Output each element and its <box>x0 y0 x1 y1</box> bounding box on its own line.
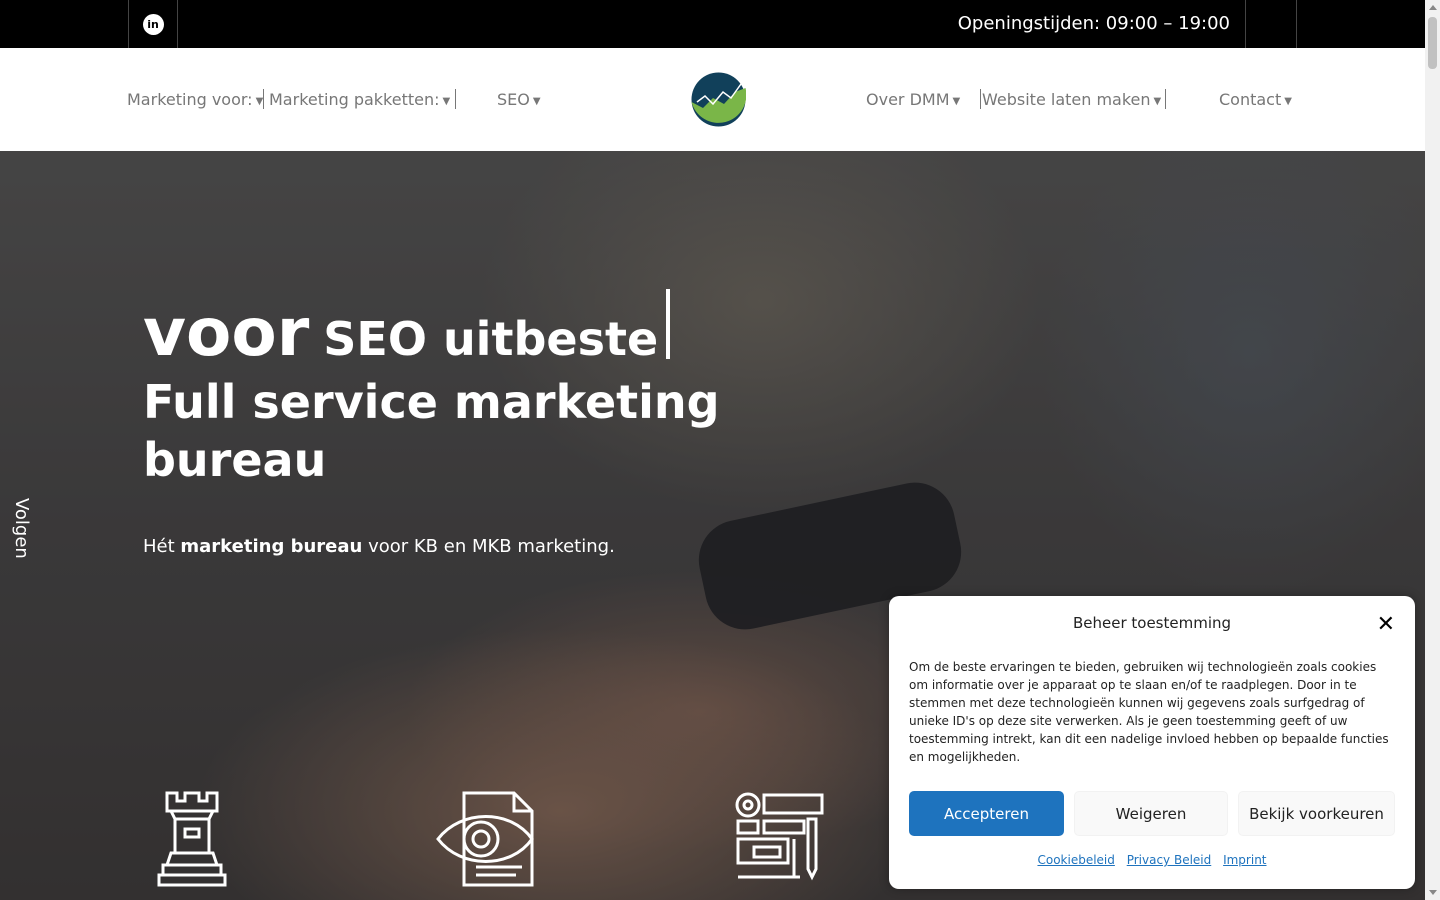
divider <box>1296 0 1297 48</box>
follow-label: Volgen <box>11 498 32 559</box>
scroll-up-icon[interactable] <box>1429 5 1437 10</box>
web-layout-icon <box>735 792 824 881</box>
view-preferences-button[interactable]: Bekijk voorkeuren <box>1238 791 1395 836</box>
nav-item-contact[interactable]: Contact ▼ <box>1219 48 1292 151</box>
page-scrollbar[interactable] <box>1425 0 1440 900</box>
nav-item-label: Contact <box>1219 90 1282 109</box>
accept-button[interactable]: Accepteren <box>909 791 1064 836</box>
main-nav: Marketing voor: ▼ Marketing pakketten: ▼ S… <box>0 48 1425 151</box>
caret-down-icon: ▼ <box>952 96 961 107</box>
nav-divider <box>1165 89 1166 109</box>
growth-chart-logo[interactable] <box>691 72 746 127</box>
scroll-down-icon[interactable] <box>1429 890 1437 895</box>
top-bar: in Openingstijden: 09:00 – 19:00 <box>0 0 1425 48</box>
chess-rook-icon <box>157 791 227 887</box>
nav-divider <box>455 89 456 109</box>
privacy-policy-link[interactable]: Privacy Beleid <box>1127 853 1212 867</box>
nav-divider <box>263 89 264 109</box>
imprint-link[interactable]: Imprint <box>1223 853 1266 867</box>
hero-typed-heading: voor SEO uitbeste <box>143 289 671 371</box>
caret-down-icon: ▼ <box>1153 96 1162 107</box>
deny-button[interactable]: Weigeren <box>1074 791 1228 836</box>
linkedin-icon: in <box>142 13 164 35</box>
cookie-policy-link[interactable]: Cookiebeleid <box>1037 853 1114 867</box>
eye-document-icon <box>436 791 534 887</box>
nav-item-label: SEO <box>497 90 530 109</box>
linkedin-link[interactable]: in <box>128 0 178 48</box>
nav-item-seo[interactable]: SEO ▼ <box>497 48 541 151</box>
typed-prefix: voor <box>143 294 310 371</box>
caret-down-icon: ▼ <box>1284 96 1292 107</box>
caret-down-icon: ▼ <box>532 96 541 107</box>
nav-item-website-laten-maken[interactable]: Website laten maken ▼ <box>982 48 1161 151</box>
cookie-title: Beheer toestemming <box>1072 614 1232 632</box>
nav-divider <box>980 89 981 109</box>
subtitle-bold: marketing bureau <box>180 536 363 557</box>
divider <box>1245 0 1246 48</box>
follow-sidebar-link[interactable]: Volgen <box>11 498 32 559</box>
subtitle-pre: Hét <box>143 536 181 557</box>
nav-item-marketing-voor[interactable]: Marketing voor: ▼ <box>127 48 263 151</box>
typing-cursor <box>666 289 671 359</box>
cookie-text: Om de beste ervaringen te bieden, gebrui… <box>909 660 1389 764</box>
close-icon[interactable]: ✕ <box>1377 612 1395 637</box>
scrollbar-thumb[interactable] <box>1428 17 1437 69</box>
hero-heading: Full service marketing bureau <box>143 375 720 487</box>
typed-word: SEO uitbeste <box>323 312 659 366</box>
nav-item-label: Marketing pakketten: <box>269 90 440 109</box>
nav-item-label: Website laten maken <box>982 90 1151 109</box>
nav-item-label: Marketing voor: <box>127 90 253 109</box>
nav-item-label: Over DMM <box>866 90 950 109</box>
subtitle-post: voor KB en MKB marketing. <box>362 536 615 557</box>
caret-down-icon: ▼ <box>442 96 451 107</box>
cookie-consent-dialog: Beheer toestemming ✕ Om de beste ervarin… <box>889 596 1415 889</box>
nav-item-marketing-pakketten[interactable]: Marketing pakketten: ▼ <box>269 48 450 151</box>
nav-item-over-dmm[interactable]: Over DMM ▼ <box>866 48 960 151</box>
opening-hours: Openingstijden: 09:00 – 19:00 <box>957 13 1230 34</box>
cookie-links: Cookiebeleid Privacy Beleid Imprint <box>889 853 1415 867</box>
hero-subtitle: Hét marketing bureau voor KB en MKB mark… <box>143 536 615 557</box>
